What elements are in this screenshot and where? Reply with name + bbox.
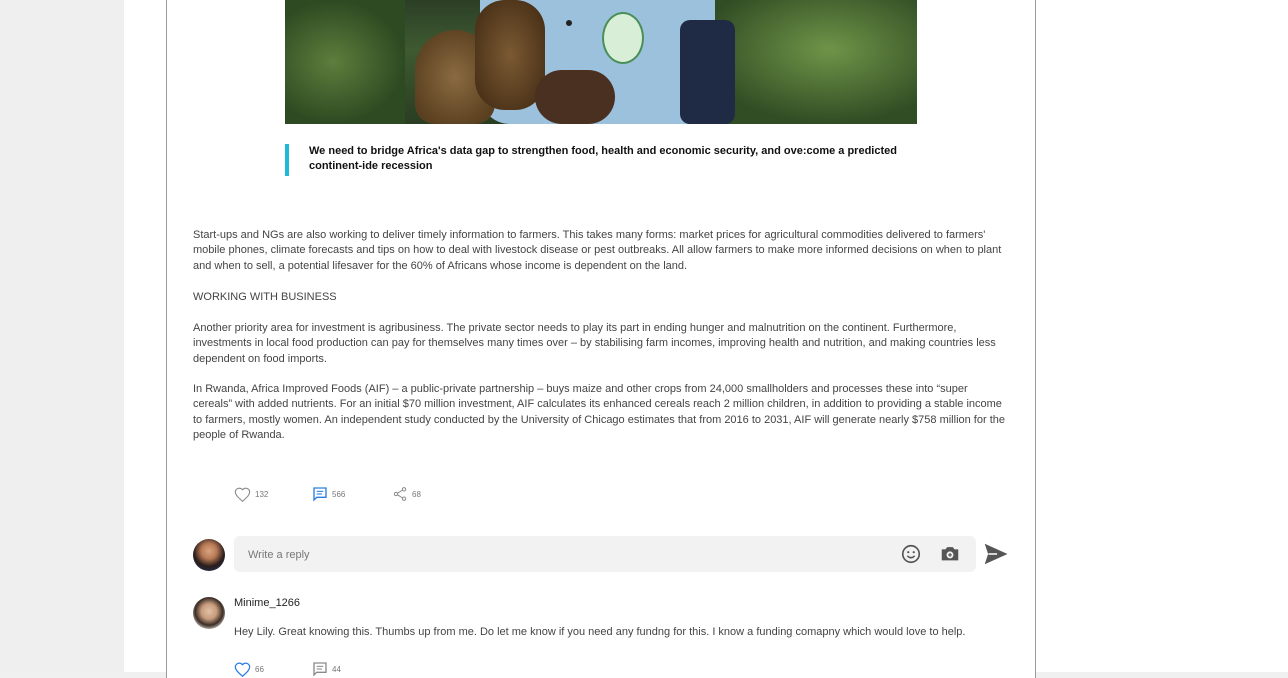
article-paragraph: Start-ups and NGs are also working to de… — [193, 229, 1002, 272]
reply-box — [234, 536, 976, 574]
pull-quote: We need to bridge Africa's data gap to s… — [285, 144, 925, 176]
camera-icon[interactable] — [939, 543, 961, 565]
send-icon[interactable] — [983, 541, 1009, 567]
article-paragraph: In Rwanda, Africa Improved Foods (AIF) –… — [193, 383, 1005, 442]
commenter-avatar — [193, 597, 225, 629]
comment-like-button[interactable]: 66 — [234, 660, 264, 678]
article-paragraph: Another priority area for investment is … — [193, 322, 996, 365]
emoji-icon[interactable] — [900, 543, 922, 565]
section-heading: WORKING WITH BUSINESS — [193, 291, 337, 303]
article-hero-image — [285, 0, 917, 124]
comment-icon — [313, 487, 327, 502]
heart-icon — [234, 487, 251, 502]
heart-icon — [234, 662, 251, 677]
share-icon — [393, 487, 407, 501]
comment-icon — [313, 662, 327, 677]
reply-input[interactable] — [246, 536, 890, 574]
like-button[interactable]: 132 — [234, 485, 268, 503]
comment-reply-button[interactable]: 44 — [312, 660, 341, 678]
current-user-avatar — [193, 539, 225, 571]
like-count: 132 — [255, 489, 269, 499]
comment-count: 566 — [332, 489, 346, 499]
comment-text: Hey Lily. Great knowing this. Thumbs up … — [234, 626, 966, 638]
comment-like-count: 66 — [255, 664, 264, 674]
share-button[interactable]: 68 — [392, 485, 421, 503]
left-gutter — [0, 0, 124, 672]
comment-reply-count: 44 — [332, 664, 341, 674]
comments-button[interactable]: 566 — [312, 485, 345, 503]
share-count: 68 — [412, 489, 421, 499]
comment-username[interactable]: Minime_1266 — [234, 597, 300, 609]
